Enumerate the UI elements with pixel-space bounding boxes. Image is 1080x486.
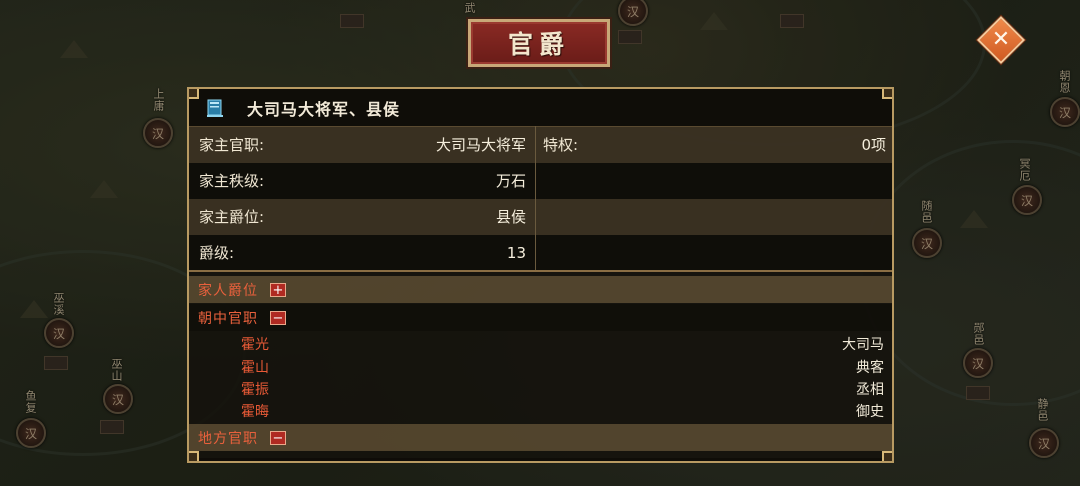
panel-corner xyxy=(189,89,199,99)
info-row: 家主爵位: 县侯 xyxy=(189,199,892,235)
section-divider xyxy=(189,270,892,272)
section-label: 家人爵位 xyxy=(198,282,258,299)
info-row: 爵级: 13 xyxy=(189,235,892,271)
privilege-label: 特权: xyxy=(543,136,579,154)
info-value: 大司马大将军 xyxy=(435,136,526,154)
info-value: 县侯 xyxy=(495,208,526,226)
close-icon: ✕ xyxy=(991,27,1011,52)
expand-button[interactable]: + xyxy=(270,282,286,297)
family-rank-section[interactable]: 家人爵位 + xyxy=(189,276,892,303)
panel-corner xyxy=(882,89,892,99)
section-label: 朝中官职 xyxy=(198,310,258,327)
official-title: 御史 xyxy=(856,404,884,420)
info-label: 家主官职: xyxy=(199,136,265,154)
list-item[interactable]: 霍振 丞相 xyxy=(189,379,892,402)
collapse-button[interactable]: − xyxy=(270,430,286,445)
info-row: 家主秩级: 万石 xyxy=(189,163,892,199)
official-title: 丞相 xyxy=(856,382,884,398)
privilege-value: 0项 xyxy=(861,136,886,154)
page-title: 官爵 xyxy=(507,30,570,59)
local-office-section[interactable]: 地方官职 − xyxy=(189,424,892,451)
list-item[interactable]: 霍晦 御史 xyxy=(189,401,892,424)
official-name: 霍光 xyxy=(241,337,269,353)
info-value: 万石 xyxy=(495,172,526,190)
panel-corner xyxy=(882,451,892,461)
collapse-button[interactable]: − xyxy=(270,310,286,325)
panel-header: 大司马大将军、县侯 xyxy=(189,89,892,127)
rank-panel: 大司马大将军、县侯 家主官职: 大司马大将军 特权: 0项 家主秩级: 万石 家… xyxy=(187,87,894,463)
list-item[interactable]: 霍光 大司马 xyxy=(189,334,892,357)
info-value: 13 xyxy=(506,244,526,262)
list-cutoff xyxy=(189,458,892,461)
official-name: 霍晦 xyxy=(241,404,269,420)
info-label: 爵级: xyxy=(199,244,235,262)
info-label: 家主爵位: xyxy=(199,208,265,226)
book-icon xyxy=(205,98,225,118)
section-label: 地方官职 xyxy=(198,430,258,447)
info-row: 家主官职: 大司马大将军 特权: 0项 xyxy=(189,127,892,163)
official-name: 霍振 xyxy=(241,382,269,398)
list-item[interactable]: 霍山 典客 xyxy=(189,357,892,380)
court-office-section[interactable]: 朝中官职 − xyxy=(189,304,892,331)
official-name: 霍山 xyxy=(241,360,269,376)
official-title: 大司马 xyxy=(842,337,884,353)
column-divider xyxy=(535,126,536,270)
info-label: 家主秩级: xyxy=(199,172,265,190)
header-title: 大司马大将军、县侯 xyxy=(247,99,401,119)
official-title: 典客 xyxy=(856,360,884,376)
panel-corner xyxy=(189,451,199,461)
title-plaque: 官爵 xyxy=(468,19,610,67)
